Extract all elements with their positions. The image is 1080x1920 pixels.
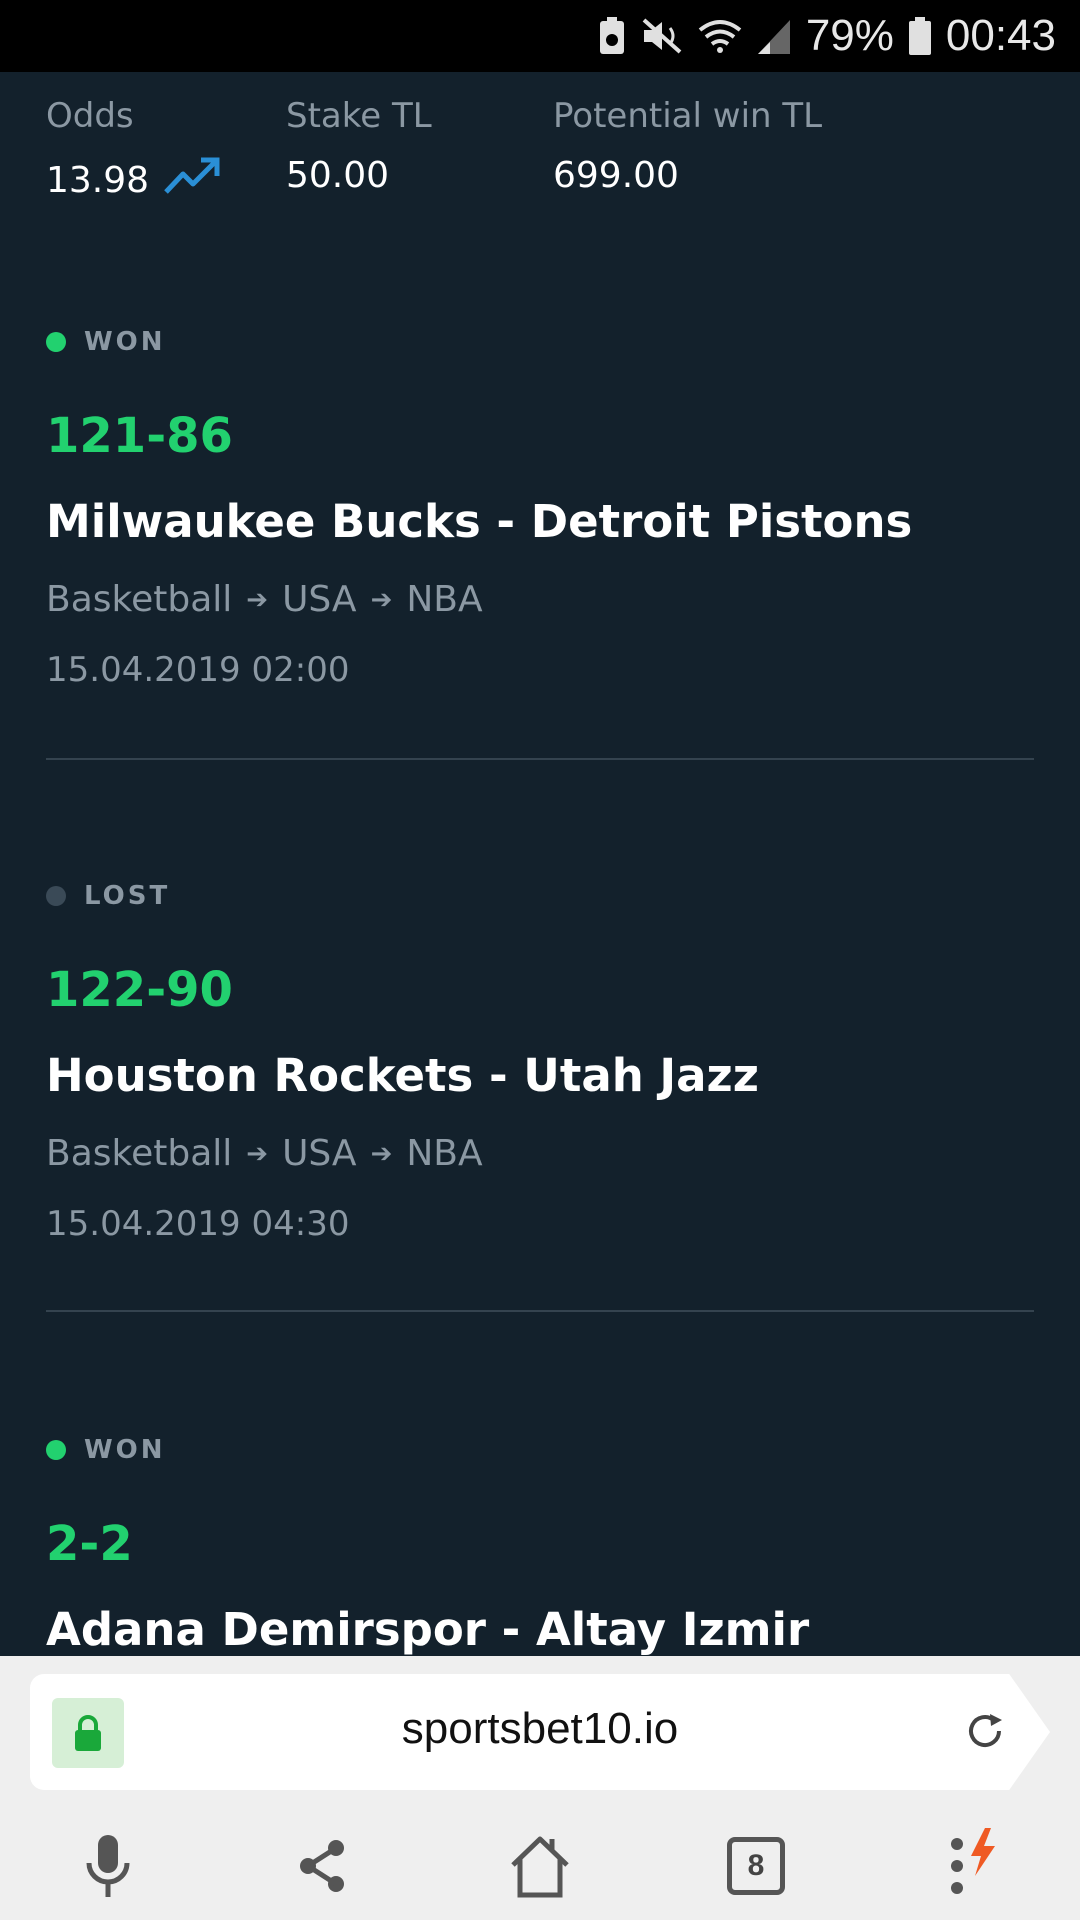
battery-icon [908, 16, 932, 56]
bet-item: WON 121-86 Milwaukee Bucks - Detroit Pis… [46, 322, 1034, 690]
bet-match: Houston Rockets - Utah Jazz [46, 1049, 759, 1102]
bet-summary: Odds 13.98 Stake TL 50.00 Potential win … [46, 96, 1034, 206]
stake-value: 50.00 [286, 155, 390, 196]
signal-icon [756, 16, 792, 56]
mute-icon [640, 16, 684, 56]
status-bar: 79% 00:43 [0, 0, 1080, 72]
potential-win-value: 699.00 [553, 155, 679, 196]
bet-datetime: 15.04.2019 02:00 [46, 650, 350, 690]
arrow-right-icon: ➔ [246, 585, 269, 615]
screen: 79% 00:43 Odds 13.98 Stake TL 50.00 Pote… [0, 0, 1080, 1920]
bet-category-path: Basketball ➔ USA ➔ NBA [46, 578, 1034, 622]
bet-country: USA [282, 579, 357, 620]
browser-toolbar: sportsbet10.io 8 [0, 1656, 1080, 1920]
reload-icon[interactable] [960, 1706, 1010, 1760]
bet-score: 122-90 [46, 962, 233, 1018]
browser-nav: 8 [0, 1816, 1080, 1916]
stake-column: Stake TL 50.00 [286, 96, 432, 198]
battery-percent: 79% [805, 11, 894, 60]
divider [46, 758, 1034, 760]
potential-win-column: Potential win TL 699.00 [553, 96, 822, 198]
bet-score: 2-2 [46, 1516, 133, 1572]
status-dot [46, 332, 66, 352]
more-menu-icon[interactable] [922, 1816, 1022, 1916]
url-text[interactable]: sportsbet10.io [30, 1704, 1050, 1754]
bet-status-label: LOST [84, 881, 171, 911]
battery-saver-icon [598, 16, 626, 56]
arrow-right-icon: ➔ [370, 1139, 393, 1169]
arrow-right-icon: ➔ [246, 1139, 269, 1169]
odds-column: Odds 13.98 [46, 96, 221, 207]
status-dot [46, 1440, 66, 1460]
microphone-icon[interactable] [58, 1816, 158, 1916]
share-icon[interactable] [272, 1816, 372, 1916]
arrow-right-icon: ➔ [370, 585, 393, 615]
tabs-button[interactable]: 8 [706, 1816, 806, 1916]
bet-league: NBA [406, 579, 483, 620]
bet-item: WON 2-2 Adana Demirspor - Altay Izmir [46, 1430, 1034, 1658]
bet-sport: Basketball [46, 579, 233, 620]
divider [46, 1310, 1034, 1312]
tab-count: 8 [727, 1837, 785, 1895]
bet-sport: Basketball [46, 1133, 233, 1174]
bet-match: Milwaukee Bucks - Detroit Pistons [46, 495, 913, 548]
address-bar[interactable]: sportsbet10.io [30, 1674, 1050, 1790]
home-icon[interactable] [490, 1816, 590, 1916]
wifi-icon [698, 16, 742, 56]
bet-league: NBA [406, 1133, 483, 1174]
bet-status-label: WON [84, 327, 166, 357]
bet-country: USA [282, 1133, 357, 1174]
bet-match: Adana Demirspor - Altay Izmir [46, 1603, 810, 1656]
bet-datetime: 15.04.2019 04:30 [46, 1204, 350, 1244]
bet-category-path: Basketball ➔ USA ➔ NBA [46, 1132, 1034, 1176]
clock: 00:43 [945, 11, 1056, 60]
odds-value: 13.98 [46, 159, 150, 201]
stake-label: Stake TL [286, 96, 432, 136]
bet-score: 121-86 [46, 408, 233, 464]
status-dot [46, 886, 66, 906]
bet-item: LOST 122-90 Houston Rockets - Utah Jazz … [46, 876, 1034, 1244]
trending-up-icon [163, 154, 221, 207]
bet-status-label: WON [84, 1435, 166, 1465]
odds-label: Odds [46, 96, 134, 136]
potential-win-label: Potential win TL [553, 96, 823, 136]
